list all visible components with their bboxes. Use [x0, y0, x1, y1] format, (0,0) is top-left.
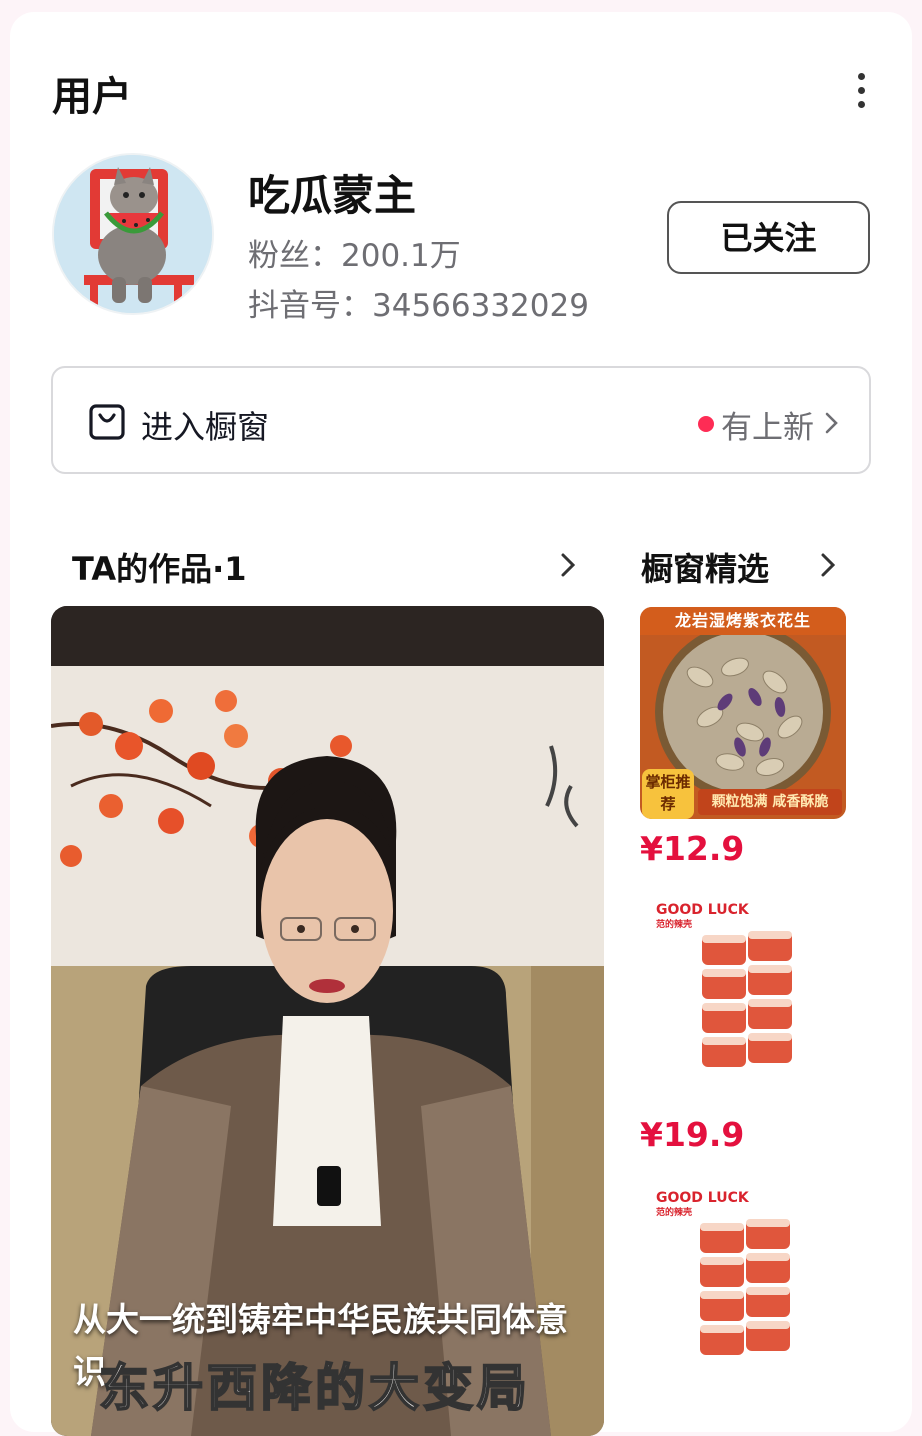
douyin-id: 抖音号：34566332029 [248, 280, 589, 325]
product-card-cans-2[interactable]: GOOD LUCK 范的辣壳 [640, 1183, 846, 1395]
picks-chevron-right-icon[interactable] [818, 550, 838, 580]
video-thumbnail[interactable]: 从大一统到铸牢中华民族共同体意识 东升西降的大变局 [51, 606, 604, 1436]
fans-label: 粉丝： [248, 238, 341, 274]
brand-name: GOOD LUCK [656, 902, 749, 918]
shopping-bag-icon [89, 404, 125, 440]
video-overlay-text: 东升西降的大变局 [98, 1358, 531, 1418]
product-image-badge: 掌柜推荐 [642, 769, 694, 819]
product-image-cans: GOOD LUCK 范的辣壳 [640, 895, 846, 1107]
page-title: 用户 [52, 74, 132, 120]
product-image-banner: 颗粒饱满 咸香酥脆 [698, 789, 842, 815]
shop-window-label: 进入橱窗 [141, 408, 270, 446]
profile-name: 吃瓜蒙主 [248, 171, 417, 220]
following-button[interactable]: 已关注 [667, 201, 870, 274]
fans-value: 200.1万 [341, 238, 461, 274]
product-card-peanuts[interactable]: 龙岩湿烤紫衣花生 掌柜推荐 颗粒饱满 咸香酥脆 [640, 607, 846, 819]
product-brand-logo: GOOD LUCK 范的辣壳 [656, 903, 749, 933]
product-image-cans-2: GOOD LUCK 范的辣壳 [640, 1183, 846, 1395]
shop-new-status: 有上新 [721, 410, 814, 446]
brand-sub: 范的辣壳 [656, 1208, 693, 1218]
brand-sub: 范的辣壳 [656, 920, 693, 930]
chevron-right-icon [825, 412, 838, 434]
picks-section-title[interactable]: 橱窗精选 [641, 544, 769, 590]
product-price: ¥19.9 [640, 1115, 745, 1154]
shop-window-entry[interactable]: 进入橱窗 有上新 [51, 366, 871, 474]
product-brand-logo: GOOD LUCK 范的辣壳 [656, 1191, 749, 1221]
product-image-title: 龙岩湿烤紫衣花生 [640, 607, 846, 635]
more-options-icon[interactable] [846, 68, 876, 112]
works-chevron-right-icon[interactable] [558, 550, 578, 580]
douyin-id-label: 抖音号： [248, 288, 372, 324]
douyin-id-value: 34566332029 [372, 288, 589, 324]
new-indicator-dot [698, 416, 714, 432]
cat-watermelon-avatar-image [54, 155, 212, 313]
works-section-title[interactable]: TA的作品·1 [72, 544, 247, 590]
fans-count: 粉丝：200.1万 [248, 230, 461, 275]
product-card-cans[interactable]: GOOD LUCK 范的辣壳 [640, 895, 846, 1107]
product-image-peanuts: 龙岩湿烤紫衣花生 掌柜推荐 颗粒饱满 咸香酥脆 [640, 607, 846, 819]
brand-name: GOOD LUCK [656, 1190, 749, 1206]
product-price: ¥12.9 [640, 829, 745, 868]
avatar[interactable] [52, 153, 214, 315]
